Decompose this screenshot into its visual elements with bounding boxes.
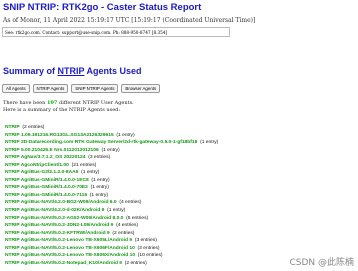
agent-name: NTRIP AgriBus-NAVI/4.2.0-d-02K/Android 9 [5,208,105,214]
agent-row: NTRIP 1.09.191216.RG13GL.SG13A2126329615… [5,132,218,140]
agent-name: NTRIP AgriBus-GMiniR/1.4.0.0-70E2 [5,185,88,191]
intro-text: There have been 197 different NTRIP User… [3,100,134,114]
agent-name: NTRIP AgriBus-NAVI/5.0.2-Lenovo TB-X606X… [5,253,136,259]
agent-entry-count: (4 entries) [119,200,142,206]
agent-row: NTRIP AgriBus-GMiniR/1.4.0.0-70E2 (1 ent… [5,184,218,192]
agent-name: NTRIP AgriBus-GMiniR/1.4.0.0-1EC8 [5,177,89,183]
agent-name: NTRIP AgriBus-G2/2.1.2.0-8AA6 [5,170,79,176]
section-title: Summary of NTRIP Agents Used [3,66,142,76]
agent-name: NTRIP AgriBus-NAVI/4.2.0-BG2-W09/Android… [5,200,117,206]
agent-entry-count: (3 entries) [137,245,160,251]
agent-entry-count: (5 entries) [126,215,149,221]
agent-entry-count: (2 entries) [124,260,147,266]
agent-row: NTRIP AgriBus-NAVI/5.0.2-AG52-W09/Androi… [5,215,218,223]
watermark: CSDN @此陈楠 [289,258,354,268]
agent-name: NTRIP 2D-Datarecording.com RTK Gateway S… [5,140,198,146]
agent-row: NTRIP AgriBus-NAVI/5.0.2-Lenovo TB-X605L… [5,237,218,245]
agent-name: NTRIP AgNav/3.7.1.2_OS 20220124 [5,155,86,161]
agent-name: NTRIP AgriBus-NAVI/5.0.2-Lenovo TB-X605L… [5,238,133,244]
agent-count: 197 [46,100,58,106]
agent-row: NTRIP AgriBus-G2/2.1.2.0-8AA6 (1 entry) [5,169,218,177]
intro-prefix: There have been [3,100,47,106]
agent-row: NTRIP AgriBus-NAVI/4.2.0-BG2-W09/Android… [5,199,218,207]
agent-entry-count: (1 entry) [89,192,109,198]
agent-row: NTRIP 5.00.210425.E Nrs.0112012012106 (1… [5,147,218,155]
agent-entry-count: (2 entries) [22,125,45,130]
agent-entry-count: (3 entries) [88,155,111,161]
agent-entry-count: (1 entry) [116,132,135,138]
agent-name: NTRIP AgriBus-NAVI/5.0.2-KFTRWI/Android … [5,230,110,236]
ntrip-link[interactable]: NTRIP [58,66,85,76]
page-title: SNIP NTRIP: RTK2go - Caster Status Repor… [3,2,202,13]
agent-name: NTRIP AgriBus-NAVI/5.0.2-Lenovo TB-X606F… [5,245,135,251]
intro-suffix: different NTRIP User Agents. [57,100,134,106]
agent-name: NTRIP AgriBus-NAVI/5.0.2-AG52-W09/Androi… [5,215,124,221]
agent-name: NTRIP AgcoNtripClient/1.00 [5,162,69,168]
agent-name: NTRIP AgriBus-NAVI/5.0.2-Notepad_K10/And… [5,260,123,266]
agent-entry-count: (10 entries) [137,253,163,259]
agent-row: NTRIP (2 entries) [5,124,218,132]
agent-row: NTRIP AgriBus-NAVI/5.0.2-Lenovo TB-X606X… [5,252,218,260]
agent-row: NTRIP AgcoNtripClient/1.00 (21 entries) [5,162,218,170]
agent-entry-count: (21 entries) [71,162,97,168]
agent-row: NTRIP 2D-Datarecording.com RTK Gateway S… [5,139,218,147]
snip-ntrip-agents-button[interactable]: SNIP NTRIP Agents [71,84,119,93]
agent-entry-count: (1 entry) [107,208,126,214]
agent-row: NTRIP AgriBus-NAVI/5.0.2-KFTRWI/Android … [5,230,218,238]
agent-entry-count: (2 entries) [112,230,135,236]
agent-list: NTRIP (2 entries) NTRIP 1.09.191216.RG13G… [5,124,218,267]
ntrip-agents-button[interactable]: NTRIP Agents [32,84,69,93]
intro-line2: Here is a summary of the NTRIP Agents us… [3,107,121,113]
agent-name: NTRIP 1.09.191216.RG13GL.SG13A2126329615 [5,132,114,138]
agent-entry-count: (4 entries) [116,223,139,229]
agent-entry-count: (1 entry) [200,140,219,146]
all-agents-button[interactable]: All Agents [2,84,30,93]
as-of-timestamp: As of Monor, 11 April 2022 15:19:17 UTC … [3,17,256,24]
agent-row: NTRIP AgriBus-NAVI/4.2.0-d-02K/Android 9… [5,207,218,215]
agent-name: NTRIP AgriBus-GMiniR/1.4.0.0-7116 [5,192,88,198]
agent-entry-count: (1 entry) [90,185,109,191]
agent-row: NTRIP AgriBus-GMiniR/1.4.0.0-1EC8 (1 ent… [5,177,218,185]
agent-row: NTRIP AgriBus-NAVI/5.0.2-Notepad_K10/And… [5,260,218,268]
agent-row: NTRIP AgriBus-NAVI/5.0.2-JDN2-L09/Androi… [5,222,218,230]
agent-entry-count: (1 entry) [81,170,100,176]
agent-row: NTRIP AgNav/3.7.1.2_OS 20220124 (3 entri… [5,154,218,162]
agent-filter-buttons: All Agents NTRIP Agents SNIP NTRIP Agent… [2,84,161,93]
agent-entry-count: (1 entry) [91,177,110,183]
agent-row: NTRIP AgriBus-GMiniR/1.4.0.0-7116 (1 ent… [5,192,218,200]
section-title-suffix: Agents Used [84,66,142,76]
agent-entry-count: (1 entry) [101,147,120,153]
agent-name: NTRIP AgriBus-NAVI/5.0.2-JDN2-L09/Androi… [5,223,114,229]
agent-name: NTRIP 5.00.210425.E Nrs.0112012012106 [5,147,99,153]
site-contact-bar: See: rtk2go.com. Contact: support@use-sn… [2,27,230,37]
agent-entry-count: (3 entries) [134,238,157,244]
browser-agents-button[interactable]: Browser Agents [121,84,161,93]
agent-row: NTRIP AgriBus-NAVI/5.0.2-Lenovo TB-X606F… [5,245,218,253]
section-title-prefix: Summary of [3,66,58,76]
agent-name: NTRIP [5,125,20,130]
